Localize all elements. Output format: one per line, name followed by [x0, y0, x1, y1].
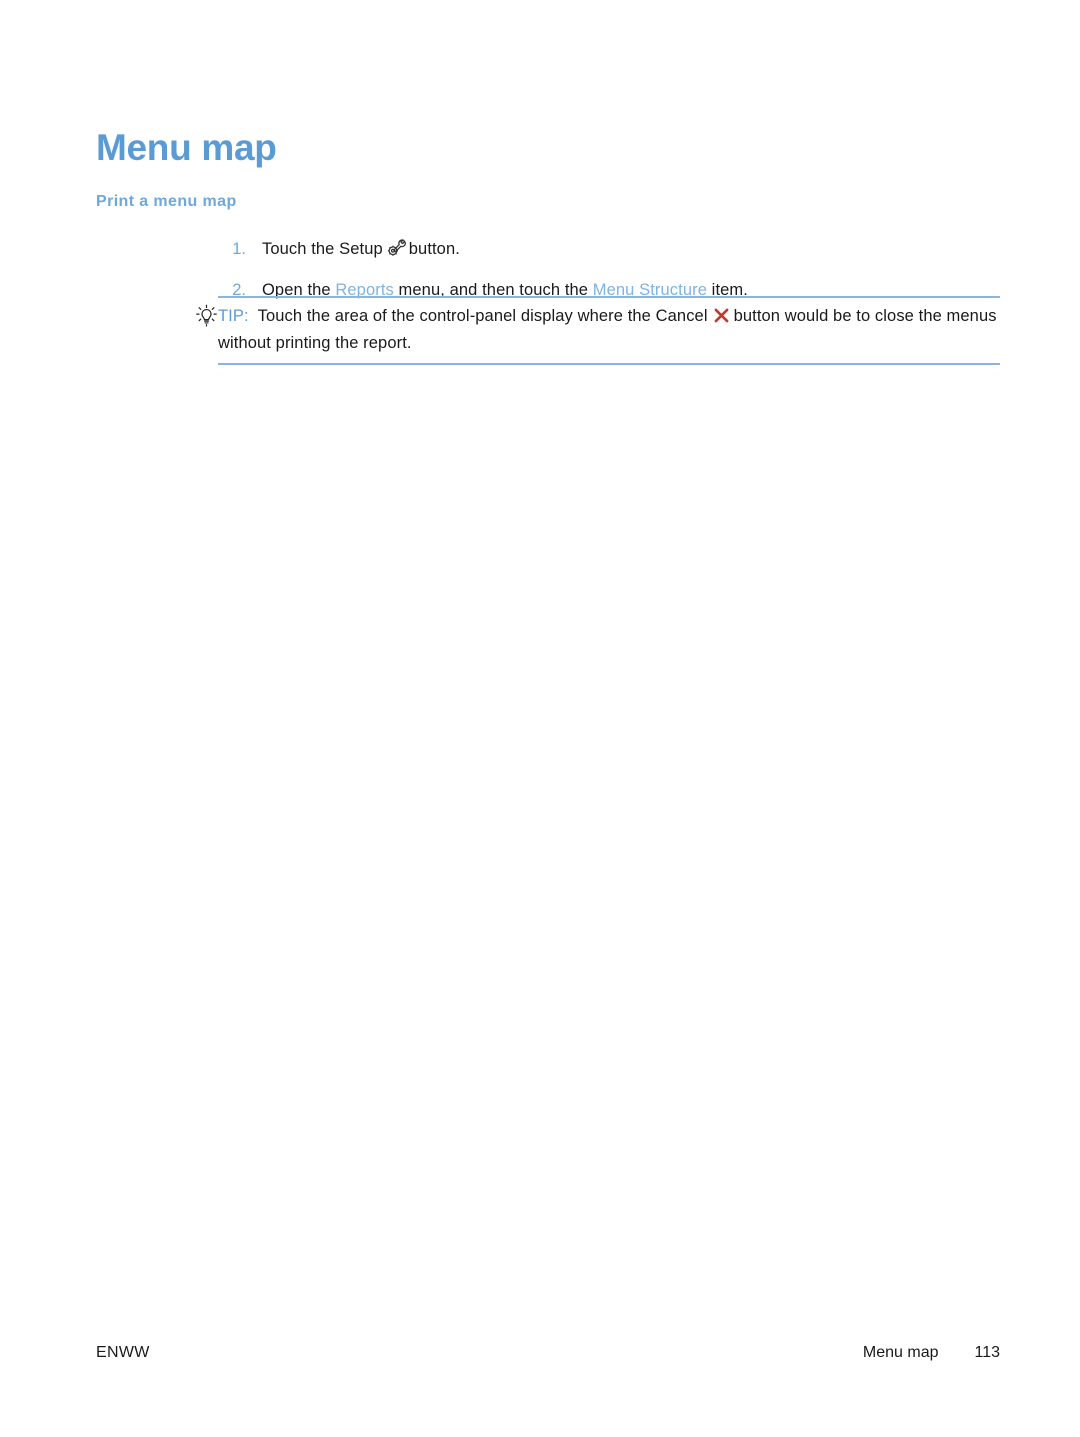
list-item: 1. Touch the Setup button.: [136, 236, 1056, 264]
setup-gear-wrench-icon: [386, 238, 406, 258]
step-number: 1.: [232, 240, 246, 258]
lightbulb-icon: [196, 304, 218, 328]
document-page: Menu map Print a menu map 1. Touch the S…: [0, 0, 1080, 1437]
footer-page-number: 113: [974, 1344, 1000, 1361]
cancel-x-icon: [713, 306, 730, 323]
tip-text-segment: Touch the area of the control-panel disp…: [257, 307, 708, 325]
section-subtitle: Print a menu map: [96, 193, 237, 211]
step-text-segment: button.: [408, 240, 460, 258]
tip-admonition: TIP: Touch the area of the control-panel …: [196, 296, 1000, 365]
page-title: Menu map: [96, 126, 277, 168]
step-text-segment: Touch the Setup: [262, 240, 383, 258]
page-footer: ENWW Menu map 113: [96, 1344, 1000, 1370]
step-text: Touch the Setup button.: [262, 238, 460, 258]
tip-body: TIP: Touch the area of the control-panel …: [196, 298, 1000, 363]
footer-locale-code: ENWW: [96, 1344, 150, 1361]
tip-bottom-rule: [218, 363, 1000, 365]
tip-label: TIP:: [218, 307, 249, 325]
footer-chapter-title: Menu map: [862, 1344, 939, 1361]
footer-right-group: Menu map 113: [863, 1344, 1000, 1362]
tip-text: TIP: Touch the area of the control-panel …: [218, 307, 997, 352]
